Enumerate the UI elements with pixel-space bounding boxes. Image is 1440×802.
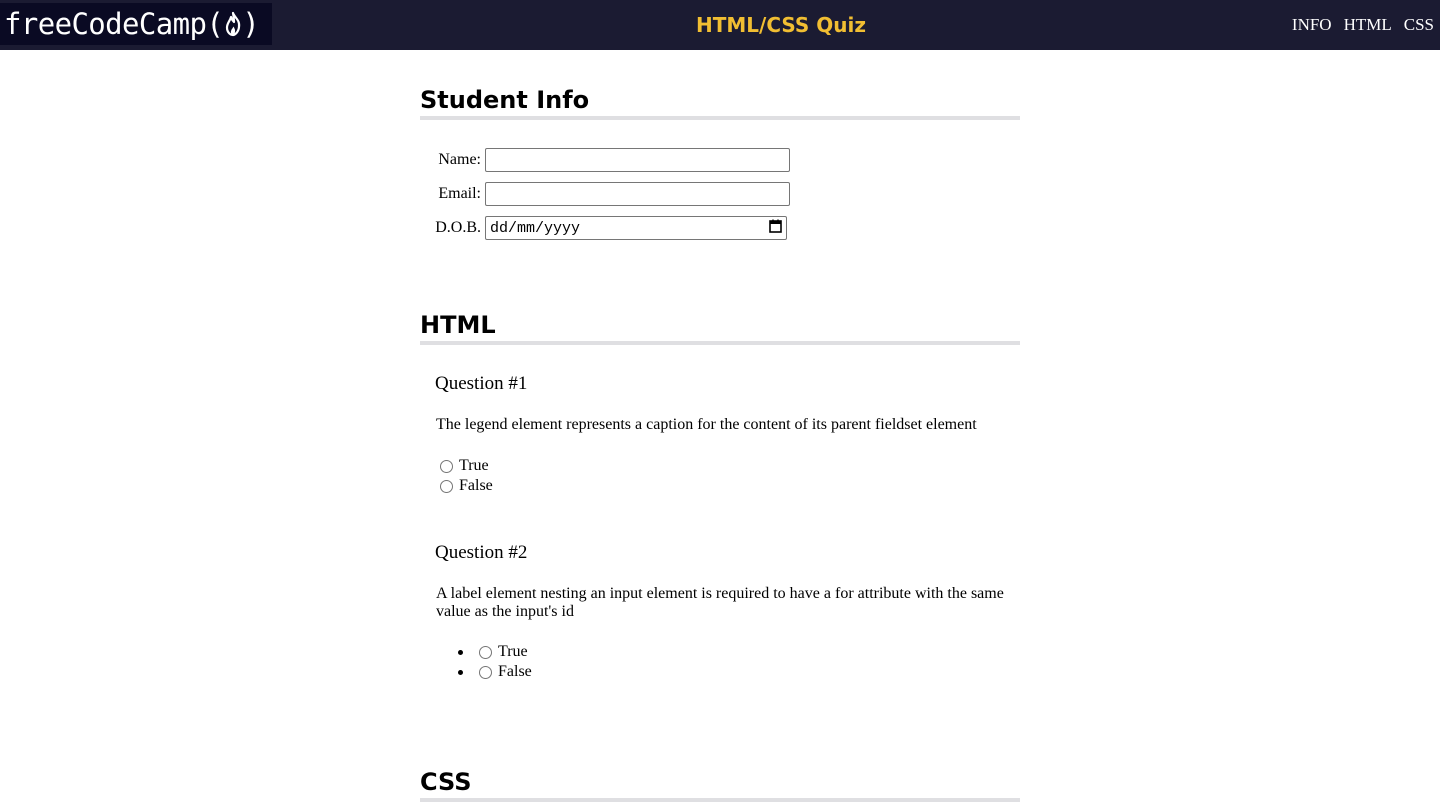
dob-label: D.O.B. bbox=[435, 219, 481, 236]
html-section: HTML bbox=[420, 311, 1020, 345]
calendar-icon[interactable] bbox=[769, 219, 782, 238]
nav-link-info[interactable]: INFO bbox=[1292, 15, 1332, 35]
section-heading-student-info: Student Info bbox=[420, 86, 1020, 120]
radio-button[interactable] bbox=[440, 459, 453, 473]
question-1-title: Question #1 bbox=[435, 373, 528, 394]
question-2-option-false[interactable]: False bbox=[458, 663, 532, 681]
css-section: CSS bbox=[420, 768, 1020, 802]
radio-button[interactable] bbox=[440, 479, 453, 493]
list-bullet bbox=[458, 669, 463, 675]
email-row: Email: bbox=[420, 182, 790, 206]
header-bar: freeCodeCamp( ) HTML/CSS Quiz INFO HTML … bbox=[0, 0, 1440, 50]
nav-link-css[interactable]: CSS bbox=[1404, 15, 1434, 35]
radio-button[interactable] bbox=[479, 665, 492, 679]
option-label: False bbox=[459, 477, 493, 494]
name-input[interactable] bbox=[485, 148, 790, 172]
top-nav: INFO HTML CSS bbox=[1292, 15, 1434, 35]
question-2-text: A label element nesting an input element… bbox=[436, 585, 1004, 620]
email-label: Email: bbox=[438, 185, 481, 202]
name-label: Name: bbox=[438, 151, 481, 168]
dob-row: D.O.B. dd/mm/yyyy bbox=[420, 216, 787, 240]
dob-placeholder: dd/mm/yyyy bbox=[490, 219, 581, 237]
option-label: True bbox=[498, 643, 528, 660]
radio-button[interactable] bbox=[479, 645, 492, 659]
question-1-text: The legend element represents a caption … bbox=[436, 416, 977, 433]
question-1-option-false[interactable]: False bbox=[440, 477, 493, 495]
question-1-option-true[interactable]: True bbox=[440, 457, 489, 475]
list-bullet bbox=[458, 649, 463, 655]
page-title: HTML/CSS Quiz bbox=[696, 13, 866, 37]
name-row: Name: bbox=[420, 148, 790, 172]
student-info-section: Student Info bbox=[420, 86, 1020, 120]
option-label: False bbox=[498, 663, 532, 680]
email-input[interactable] bbox=[485, 182, 790, 206]
section-heading-html: HTML bbox=[420, 311, 1020, 345]
nav-link-html[interactable]: HTML bbox=[1344, 15, 1392, 35]
question-2-option-true[interactable]: True bbox=[458, 643, 528, 661]
question-2-title: Question #2 bbox=[435, 542, 528, 563]
section-heading-css: CSS bbox=[420, 768, 1020, 802]
option-label: True bbox=[459, 457, 489, 474]
dob-input[interactable]: dd/mm/yyyy bbox=[485, 216, 787, 240]
